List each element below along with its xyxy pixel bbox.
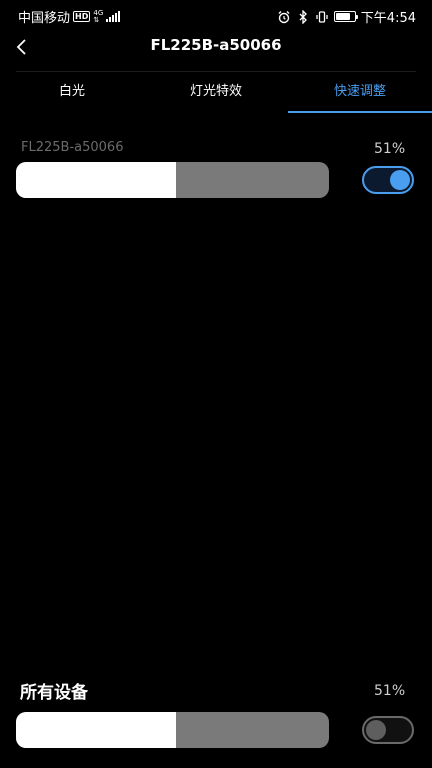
all-devices-brightness-percent: 51%: [374, 683, 406, 699]
device-brightness-slider[interactable]: [16, 162, 329, 198]
device-brightness-percent: 51%: [374, 141, 406, 157]
alarm-icon: [277, 10, 291, 24]
status-right: 下午4:54: [277, 7, 416, 26]
vibrate-icon: [315, 10, 329, 24]
signal-icon: [106, 11, 121, 22]
status-left: 中国移动 HD 4G ⇅: [18, 7, 121, 26]
toggle-knob: [366, 720, 386, 740]
all-devices-power-toggle[interactable]: [362, 716, 414, 744]
all-devices-brightness-fill: [16, 712, 176, 748]
data-arrows-icon: ⇅: [93, 15, 100, 24]
page-title: FL225B-a50066: [150, 36, 282, 54]
bluetooth-icon: [296, 9, 310, 24]
all-devices-brightness-slider[interactable]: [16, 712, 329, 748]
all-devices-label: 所有设备: [20, 683, 88, 703]
nav-bar: FL225B-a50066: [0, 32, 432, 70]
status-bar: 中国移动 HD 4G ⇅ 下午4:54: [0, 0, 432, 32]
network-badge: 4G ⇅: [93, 9, 103, 24]
tab-white-light[interactable]: 白光: [0, 72, 144, 113]
tab-bar: 白光 灯光特效 快速调整: [0, 72, 432, 113]
device-power-toggle[interactable]: [362, 166, 414, 194]
battery-level: [335, 13, 350, 20]
battery-icon: [333, 11, 358, 22]
hd-badge: HD: [73, 11, 91, 22]
carrier-name: 中国移动: [18, 11, 71, 26]
clock: 下午4:54: [360, 11, 416, 26]
device-brightness-fill: [16, 162, 176, 198]
tab-quick-adjust[interactable]: 快速调整: [288, 72, 432, 113]
toggle-knob: [390, 170, 410, 190]
device-name: FL225B-a50066: [21, 140, 124, 155]
tab-light-effects[interactable]: 灯光特效: [144, 72, 288, 113]
